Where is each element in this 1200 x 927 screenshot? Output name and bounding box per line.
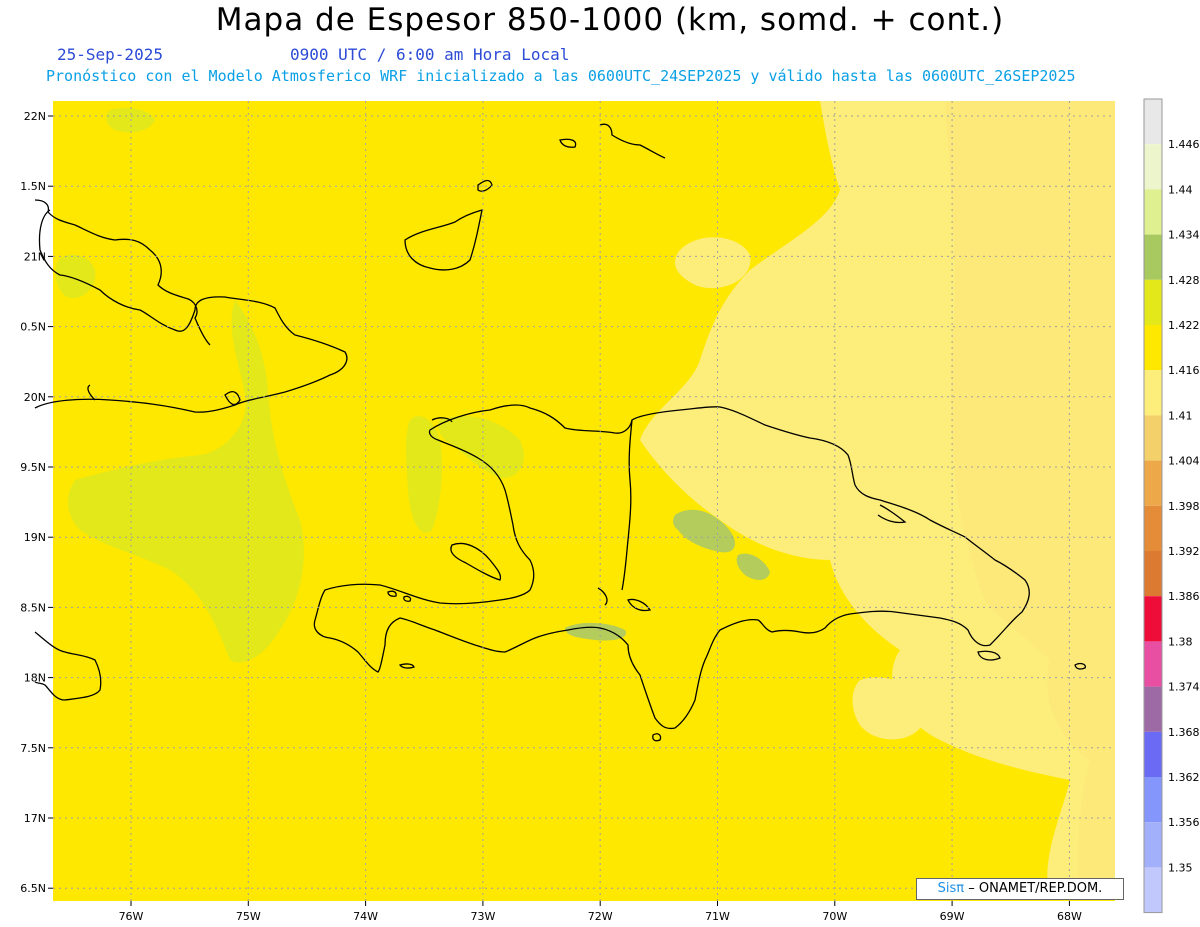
lat-tick-label: 6.5N (20, 882, 46, 895)
lon-tick-label: 71W (705, 910, 730, 923)
colorbar-label: 1.404 (1168, 455, 1200, 468)
colorbar-label: 1.386 (1168, 590, 1200, 603)
lat-tick-label: 8.5N (20, 601, 46, 614)
lon-tick-label: 73W (470, 910, 495, 923)
colorbar-swatch (1144, 460, 1162, 506)
lat-tick-label: 9.5N (20, 461, 46, 474)
lat-tick-label: 19N (24, 531, 46, 544)
colorbar-label: 1.41 (1168, 409, 1193, 422)
colorbar-label: 1.392 (1168, 545, 1200, 558)
colorbar-label: 1.44 (1168, 183, 1193, 196)
colorbar-swatch (1144, 325, 1162, 371)
colorbar: 1.446 1.44 1.434 1.428 1.422 1.416 1.41 1.404 1.… (1143, 98, 1200, 914)
lat-tick-label: 0.5N (20, 321, 46, 334)
lon-tick-label: 76W (119, 910, 144, 923)
thickness-map: 22N 1.5N 21N 0.5N 20N 9.5N 19N 8.5N 18N 7.5N 17N 6.… (20, 98, 1200, 923)
lat-tick-label: 21N (24, 250, 46, 263)
credit-box: Sisπ – ONAMET/REP.DOM. (916, 878, 1124, 900)
colorbar-swatch (1144, 551, 1162, 597)
lat-tick-label: 7.5N (20, 742, 46, 755)
lat-tick-label: 18N (24, 672, 46, 685)
colorbar-swatch (1144, 641, 1162, 687)
lon-tick-label: 69W (940, 910, 965, 923)
colorbar-label: 1.416 (1168, 364, 1200, 377)
colorbar-swatch (1144, 686, 1162, 732)
colorbar-label: 1.428 (1168, 274, 1200, 287)
lon-tick-label: 72W (588, 910, 613, 923)
colorbar-label: 1.368 (1168, 726, 1200, 739)
lon-tick-label: 70W (822, 910, 847, 923)
colorbar-swatch (1144, 234, 1162, 280)
lat-tick-label: 1.5N (20, 180, 46, 193)
colorbar-swatch (1144, 99, 1162, 145)
colorbar-label: 1.35 (1168, 861, 1193, 874)
colorbar-label: 1.422 (1168, 319, 1200, 332)
colorbar-swatch (1144, 777, 1162, 823)
colorbar-swatch (1144, 279, 1162, 325)
lon-tick-label: 75W (236, 910, 261, 923)
lon-tick-label: 74W (353, 910, 378, 923)
colorbar-swatch (1144, 415, 1162, 461)
lat-tick-label: 22N (24, 110, 46, 123)
colorbar-swatch (1144, 189, 1162, 235)
colorbar-label: 1.398 (1168, 500, 1200, 513)
colorbar-swatch (1144, 596, 1162, 642)
colorbar-label: 1.434 (1168, 229, 1200, 242)
colorbar-swatch (1144, 822, 1162, 868)
credit-text: – ONAMET/REP.DOM. (968, 881, 1103, 896)
colorbar-label: 1.446 (1168, 138, 1200, 151)
colorbar-label: 1.38 (1168, 635, 1193, 648)
colorbar-swatch (1144, 867, 1162, 913)
colorbar-swatch (1144, 144, 1162, 190)
colorbar-swatch (1144, 505, 1162, 551)
colorbar-label: 1.374 (1168, 681, 1200, 694)
lat-tick-label: 20N (24, 391, 46, 404)
colorbar-label: 1.362 (1168, 771, 1200, 784)
lat-tick-label: 17N (24, 812, 46, 825)
colorbar-swatch (1144, 370, 1162, 416)
lon-tick-label: 68W (1057, 910, 1082, 923)
credit-brand: Sisπ (937, 881, 965, 896)
colorbar-label: 1.356 (1168, 816, 1200, 829)
colorbar-swatch (1144, 731, 1162, 777)
